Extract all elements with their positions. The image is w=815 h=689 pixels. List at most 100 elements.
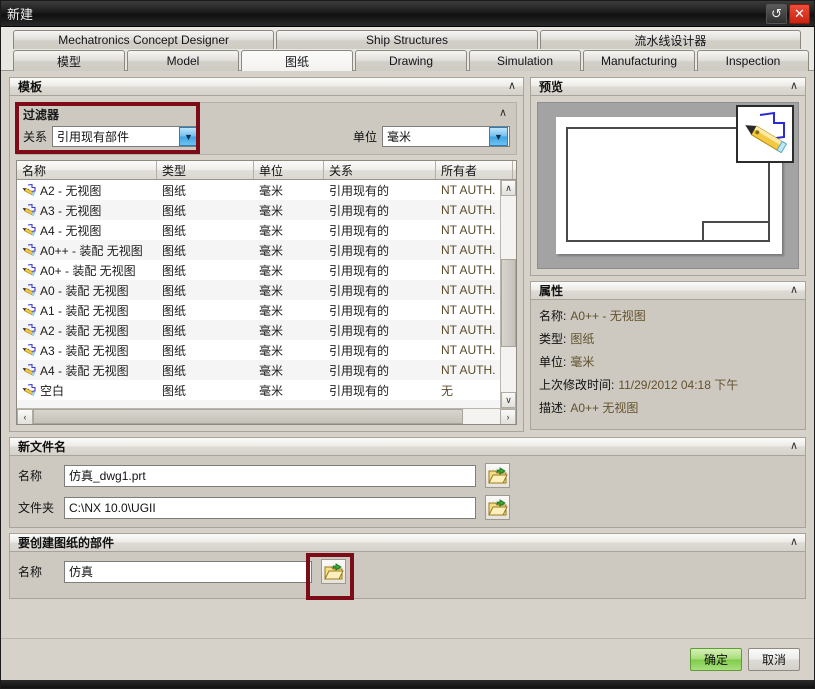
property-row: 类型: 图纸 — [539, 330, 797, 347]
table-header-row: 名称 类型 单位 关系 所有者 — [17, 161, 516, 180]
preview-panel-header[interactable]: 预览 ∧ — [530, 77, 806, 96]
tab-model[interactable]: Model — [127, 50, 239, 71]
column-header-owner[interactable]: 所有者 — [436, 161, 513, 179]
unit-dropdown[interactable]: 毫米 ▼ — [382, 126, 510, 147]
drawing-sheet-icon — [22, 263, 37, 277]
close-icon[interactable]: ✕ — [789, 3, 810, 24]
table-row[interactable]: A4 - 装配 无视图 图纸 毫米 引用现有的 NT AUTH. — [17, 360, 500, 380]
new-file-name-input[interactable]: 仿真_dwg1.prt — [64, 464, 476, 487]
property-value: A0++ - 无视图 — [570, 309, 646, 323]
scroll-up-icon[interactable]: ∧ — [501, 180, 516, 196]
chevron-down-icon[interactable]: ▼ — [179, 127, 199, 146]
tab-simulation[interactable]: Simulation — [469, 50, 581, 71]
cell-name-text: A0+ - 装配 无视图 — [40, 263, 136, 278]
part-name-input[interactable]: 仿真 — [64, 560, 312, 583]
chevron-up-icon[interactable]: ∧ — [787, 80, 801, 94]
property-key: 名称: — [539, 309, 567, 323]
tab-drawing[interactable]: Drawing — [355, 50, 467, 71]
new-file-folder-input[interactable]: C:\NX 10.0\UGII — [64, 496, 476, 519]
cell-unit: 毫米 — [259, 223, 284, 238]
hscroll-track[interactable] — [33, 409, 500, 424]
table-row[interactable]: A0++ - 装配 无视图 图纸 毫米 引用现有的 NT AUTH. — [17, 240, 500, 260]
table-row[interactable]: A3 - 无视图 图纸 毫米 引用现有的 NT AUTH. — [17, 200, 500, 220]
table-body[interactable]: A2 - 无视图 图纸 毫米 引用现有的 NT AUTH. A3 - 无视图 图纸 毫米 引用现… — [17, 180, 500, 408]
folder-open-icon[interactable] — [485, 463, 510, 488]
ok-button[interactable]: 确定 — [690, 648, 742, 671]
cell-type: 图纸 — [162, 263, 187, 278]
restore-icon[interactable]: ↺ — [766, 3, 787, 24]
unit-value: 毫米 — [387, 130, 412, 144]
scroll-down-icon[interactable]: ∨ — [501, 392, 516, 408]
drawing-sheet-icon — [22, 363, 37, 377]
column-header-name[interactable]: 名称 — [17, 161, 157, 179]
cell-owner: NT AUTH. — [441, 323, 496, 337]
tab-strip: Mechatronics Concept Designer Ship Struc… — [1, 27, 814, 71]
chevron-up-icon[interactable]: ∧ — [787, 284, 801, 298]
scroll-left-icon[interactable]: ‹ — [17, 409, 33, 424]
column-header-type[interactable]: 类型 — [157, 161, 254, 179]
chevron-down-icon[interactable]: ▼ — [489, 127, 508, 146]
table-row[interactable]: A0 - 装配 无视图 图纸 毫米 引用现有的 NT AUTH. — [17, 280, 500, 300]
tab-model-cn[interactable]: 模型 — [13, 50, 125, 71]
properties-panel-header[interactable]: 属性 ∧ — [530, 281, 806, 300]
chevron-up-icon[interactable]: ∧ — [505, 80, 519, 94]
cell-unit: 毫米 — [259, 243, 284, 258]
folder-open-icon[interactable] — [485, 495, 510, 520]
tab-ship-structures[interactable]: Ship Structures — [276, 30, 538, 49]
cell-name-text: A0++ - 装配 无视图 — [40, 243, 143, 258]
tab-mechatronics-concept-designer[interactable]: Mechatronics Concept Designer — [13, 30, 275, 49]
property-row: 上次修改时间: 11/29/2012 04:18 下午 — [539, 376, 797, 393]
part-panel-header[interactable]: 要创建图纸的部件 ∧ — [9, 533, 806, 552]
table-row[interactable]: A1 - 装配 无视图 图纸 毫米 引用现有的 NT AUTH. — [17, 300, 500, 320]
tab-inspection[interactable]: Inspection — [697, 50, 809, 71]
tab-manufacturing[interactable]: Manufacturing — [583, 50, 695, 71]
table-row[interactable]: A4 - 无视图 图纸 毫米 引用现有的 NT AUTH. — [17, 220, 500, 240]
cell-name-text: A1 - 装配 无视图 — [40, 303, 129, 318]
chevron-up-icon[interactable]: ∧ — [787, 536, 801, 550]
tab-line-designer[interactable]: 流水线设计器 — [539, 30, 801, 49]
preview-column: 预览 ∧ 属性 ∧ 名称: A0++ - 无视图 类型: 图纸 单位: 毫米 上… — [530, 77, 806, 437]
drawing-sheet-icon — [22, 323, 37, 337]
cell-owner: NT AUTH. — [441, 223, 496, 237]
table-row[interactable]: A2 - 装配 无视图 图纸 毫米 引用现有的 NT AUTH. — [17, 320, 500, 340]
table-row[interactable]: A2 - 无视图 图纸 毫米 引用现有的 NT AUTH. — [17, 180, 500, 200]
cell-relationship: 引用现有的 — [329, 343, 390, 358]
table-vertical-scrollbar[interactable]: ∧ ∨ — [500, 180, 516, 408]
property-row: 名称: A0++ - 无视图 — [539, 307, 797, 324]
tab-row-top: Mechatronics Concept Designer Ship Struc… — [13, 30, 809, 49]
template-panel-body: 过滤器 ∧ 关系 引用现有部件 ▼ 单位 毫米 ▼ 名称 类型 单位 关系 所有… — [9, 96, 524, 432]
cancel-button[interactable]: 取消 — [748, 648, 800, 671]
drawing-sheet-icon — [22, 343, 37, 357]
drawing-sheet-icon — [736, 105, 794, 163]
part-panel: 要创建图纸的部件 ∧ 名称 仿真 — [9, 533, 806, 600]
cell-type: 图纸 — [162, 243, 187, 258]
table-horizontal-scrollbar[interactable]: ‹ › — [17, 408, 516, 424]
hscroll-thumb[interactable] — [33, 409, 463, 424]
cell-relationship: 引用现有的 — [329, 303, 390, 318]
column-header-relationship[interactable]: 关系 — [324, 161, 436, 179]
chevron-up-icon[interactable]: ∧ — [787, 440, 801, 454]
cell-unit: 毫米 — [259, 303, 284, 318]
cell-name-text: A4 - 装配 无视图 — [40, 363, 129, 378]
scroll-right-icon[interactable]: › — [500, 409, 516, 424]
filter-chevron-up-icon[interactable]: ∧ — [496, 106, 510, 120]
template-panel-header[interactable]: 模板 ∧ — [9, 77, 524, 96]
property-key: 单位: — [539, 355, 567, 369]
unit-label: 单位 — [352, 130, 377, 144]
properties-panel-body: 名称: A0++ - 无视图 类型: 图纸 单位: 毫米 上次修改时间: 11/29/2012… — [530, 300, 806, 430]
cell-relationship: 引用现有的 — [329, 383, 390, 398]
vscroll-thumb[interactable] — [501, 258, 516, 347]
new-file-name-header[interactable]: 新文件名 ∧ — [9, 437, 806, 456]
vscroll-track[interactable] — [501, 196, 516, 392]
drawing-sheet-icon — [22, 303, 37, 317]
relationship-dropdown[interactable]: 引用现有部件 ▼ — [52, 126, 201, 147]
table-row[interactable]: A3 - 装配 无视图 图纸 毫米 引用现有的 NT AUTH. — [17, 340, 500, 360]
cell-name: A2 - 无视图 — [17, 180, 157, 200]
table-row[interactable]: 空白 图纸 毫米 引用现有的 无 — [17, 380, 500, 400]
cell-relationship: 引用现有的 — [329, 223, 390, 238]
table-row[interactable]: A0+ - 装配 无视图 图纸 毫米 引用现有的 NT AUTH. — [17, 260, 500, 280]
cell-name: A0++ - 装配 无视图 — [17, 240, 157, 260]
folder-open-icon[interactable] — [321, 559, 346, 584]
column-header-unit[interactable]: 单位 — [254, 161, 324, 179]
tab-drawing-cn[interactable]: 图纸 — [241, 50, 353, 71]
